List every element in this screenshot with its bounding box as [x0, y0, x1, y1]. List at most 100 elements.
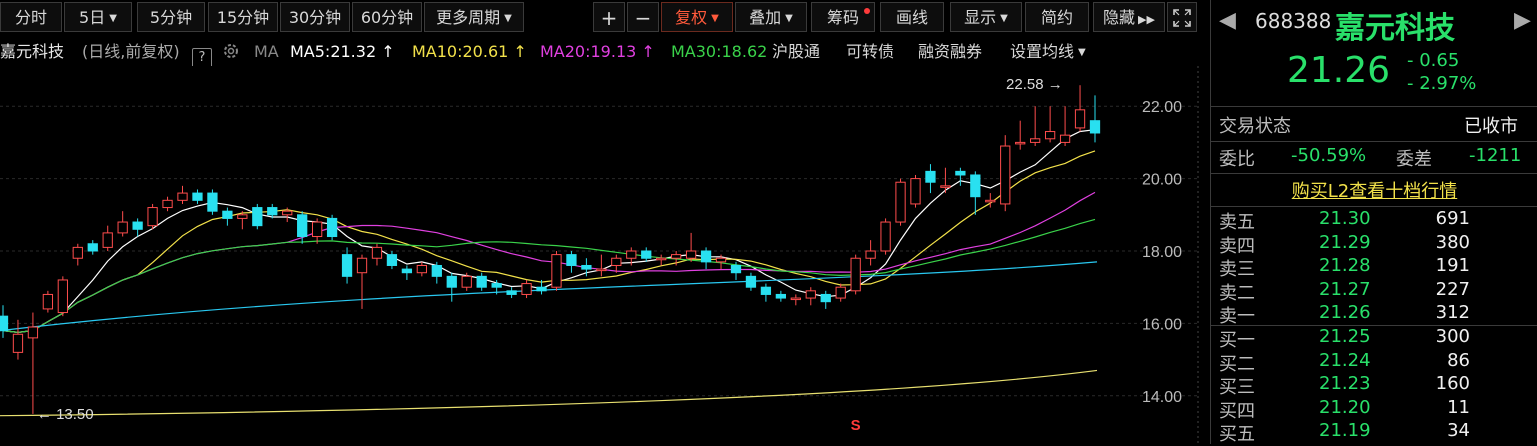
candle-body — [985, 199, 996, 203]
low-price-label: ← 13.50 — [37, 406, 94, 423]
candle — [641, 247, 652, 262]
simple-button[interactable]: 简约 — [1025, 2, 1089, 32]
candle-body — [446, 275, 457, 288]
candle-body — [0, 315, 9, 332]
candle-body — [461, 275, 472, 288]
candle-body — [656, 257, 667, 261]
order-book-row[interactable]: 卖一 21.26 312 — [1211, 302, 1537, 327]
candle-body — [476, 275, 487, 288]
order-book-row[interactable]: 卖五 21.30 691 — [1211, 208, 1537, 233]
kline-chart[interactable]: 22.00 20.00 18.00 16.00 14.00 22.58 → ← 13.50… — [0, 66, 1207, 444]
order-book-row[interactable]: 卖二 21.27 227 — [1211, 278, 1537, 304]
period-fenshi[interactable]: 分时 — [0, 2, 62, 32]
candle-body — [506, 290, 517, 295]
caret-down-icon: ▼ — [1078, 47, 1086, 58]
order-book-row[interactable]: 卖三 21.28 191 — [1211, 255, 1537, 280]
candle-body — [12, 333, 24, 353]
order-book-volume: 86 — [1447, 349, 1470, 371]
settings-button[interactable] — [221, 38, 241, 66]
draw-button[interactable]: 画线 — [880, 2, 944, 32]
chips-button[interactable]: 筹码 — [811, 2, 875, 32]
candle — [42, 290, 54, 313]
caret-down-icon: ▼ — [711, 13, 719, 24]
candle — [596, 254, 607, 277]
order-book-price: 21.30 — [1319, 208, 1371, 229]
candle — [1059, 106, 1071, 147]
order-book-row[interactable]: 买三 21.23 160 — [1211, 373, 1537, 398]
divider — [1211, 206, 1537, 207]
candle-body — [27, 326, 39, 339]
candle-body — [745, 275, 757, 288]
price-change: - 0.65 — [1407, 50, 1460, 71]
candle-body — [1000, 145, 1011, 205]
candle-body — [566, 254, 577, 266]
convertible-link[interactable]: 可转债 — [846, 38, 894, 66]
candle — [970, 171, 981, 215]
order-book-row[interactable]: 买二 21.24 86 — [1211, 349, 1537, 375]
candle — [416, 261, 427, 277]
ma5-line — [2, 129, 1096, 334]
display-button[interactable]: 显示 ▼ — [950, 2, 1022, 32]
candle-body — [581, 264, 592, 270]
order-book-price: 21.27 — [1319, 278, 1371, 300]
candle — [147, 203, 158, 230]
order-book-row[interactable]: 买五 21.19 34 — [1211, 420, 1537, 445]
candle — [1030, 106, 1041, 147]
candle-body — [222, 210, 233, 219]
candle-body — [536, 286, 547, 292]
margin-link[interactable]: 融资融券 — [918, 38, 982, 66]
prev-stock-button[interactable]: ◀ — [1219, 8, 1236, 33]
candle-body — [970, 174, 981, 198]
candle — [880, 218, 891, 255]
candle-body — [371, 246, 383, 259]
period-5min[interactable]: 5分钟 — [137, 2, 205, 32]
candle — [401, 265, 413, 280]
order-book-row[interactable]: 卖四 21.29 380 — [1211, 232, 1537, 257]
order-book-price: 21.26 — [1319, 302, 1371, 324]
candle — [865, 240, 876, 266]
order-book-volume: 312 — [1435, 302, 1470, 324]
period-5day[interactable]: 5日 ▼ — [64, 2, 132, 32]
order-book-price: 21.20 — [1319, 396, 1371, 418]
next-stock-button[interactable]: ▶ — [1514, 8, 1531, 33]
fuquan-button[interactable]: 复权 ▼ — [661, 2, 733, 32]
candle — [775, 290, 787, 302]
hgt-link[interactable]: 沪股通 — [772, 38, 820, 66]
period-60min[interactable]: 60分钟 — [352, 2, 422, 32]
order-book-row[interactable]: 买一 21.25 300 — [1211, 325, 1537, 351]
signal-marker: S — [851, 417, 861, 434]
zoom-in-button[interactable]: + — [593, 2, 625, 32]
candles — [0, 85, 1101, 414]
candle — [0, 305, 9, 338]
set-ma-button[interactable]: 设置均线 ▼ — [1010, 38, 1086, 66]
hide-button[interactable]: 隐藏 ▶▶ — [1093, 2, 1165, 32]
ma250-line — [0, 369, 1098, 417]
notification-dot-icon — [864, 8, 870, 14]
candle-body — [1059, 134, 1071, 143]
candle-body — [925, 170, 936, 183]
period-label: 更多周期 — [436, 8, 501, 27]
candle-body — [117, 221, 128, 234]
candle-body — [192, 192, 203, 201]
period-15min[interactable]: 15分钟 — [208, 2, 278, 32]
l2-link[interactable]: 购买L2查看十档行情 — [1292, 181, 1457, 202]
period-more[interactable]: 更多周期 ▼ — [424, 2, 524, 32]
candle — [760, 283, 772, 302]
overlay-button[interactable]: 叠加 ▼ — [735, 2, 807, 32]
help-button[interactable]: ? — [192, 42, 212, 66]
fullscreen-button[interactable] — [1167, 2, 1197, 32]
trade-status-row: 交易状态 已收市 — [1211, 112, 1537, 138]
zoom-out-button[interactable]: − — [627, 2, 659, 32]
candle-body — [102, 232, 113, 248]
last-price: 21.26 — [1287, 50, 1391, 91]
candle-body — [685, 250, 697, 259]
period-label: 15分钟 — [216, 8, 270, 27]
candle-body — [715, 257, 727, 263]
period-30min[interactable]: 30分钟 — [280, 2, 350, 32]
candle-body — [1030, 138, 1041, 143]
candle — [12, 319, 24, 360]
order-book-row[interactable]: 买四 21.20 11 — [1211, 396, 1537, 422]
candle — [1044, 106, 1056, 143]
y-tick-label: 20.00 — [1142, 172, 1182, 189]
candle — [431, 261, 442, 284]
